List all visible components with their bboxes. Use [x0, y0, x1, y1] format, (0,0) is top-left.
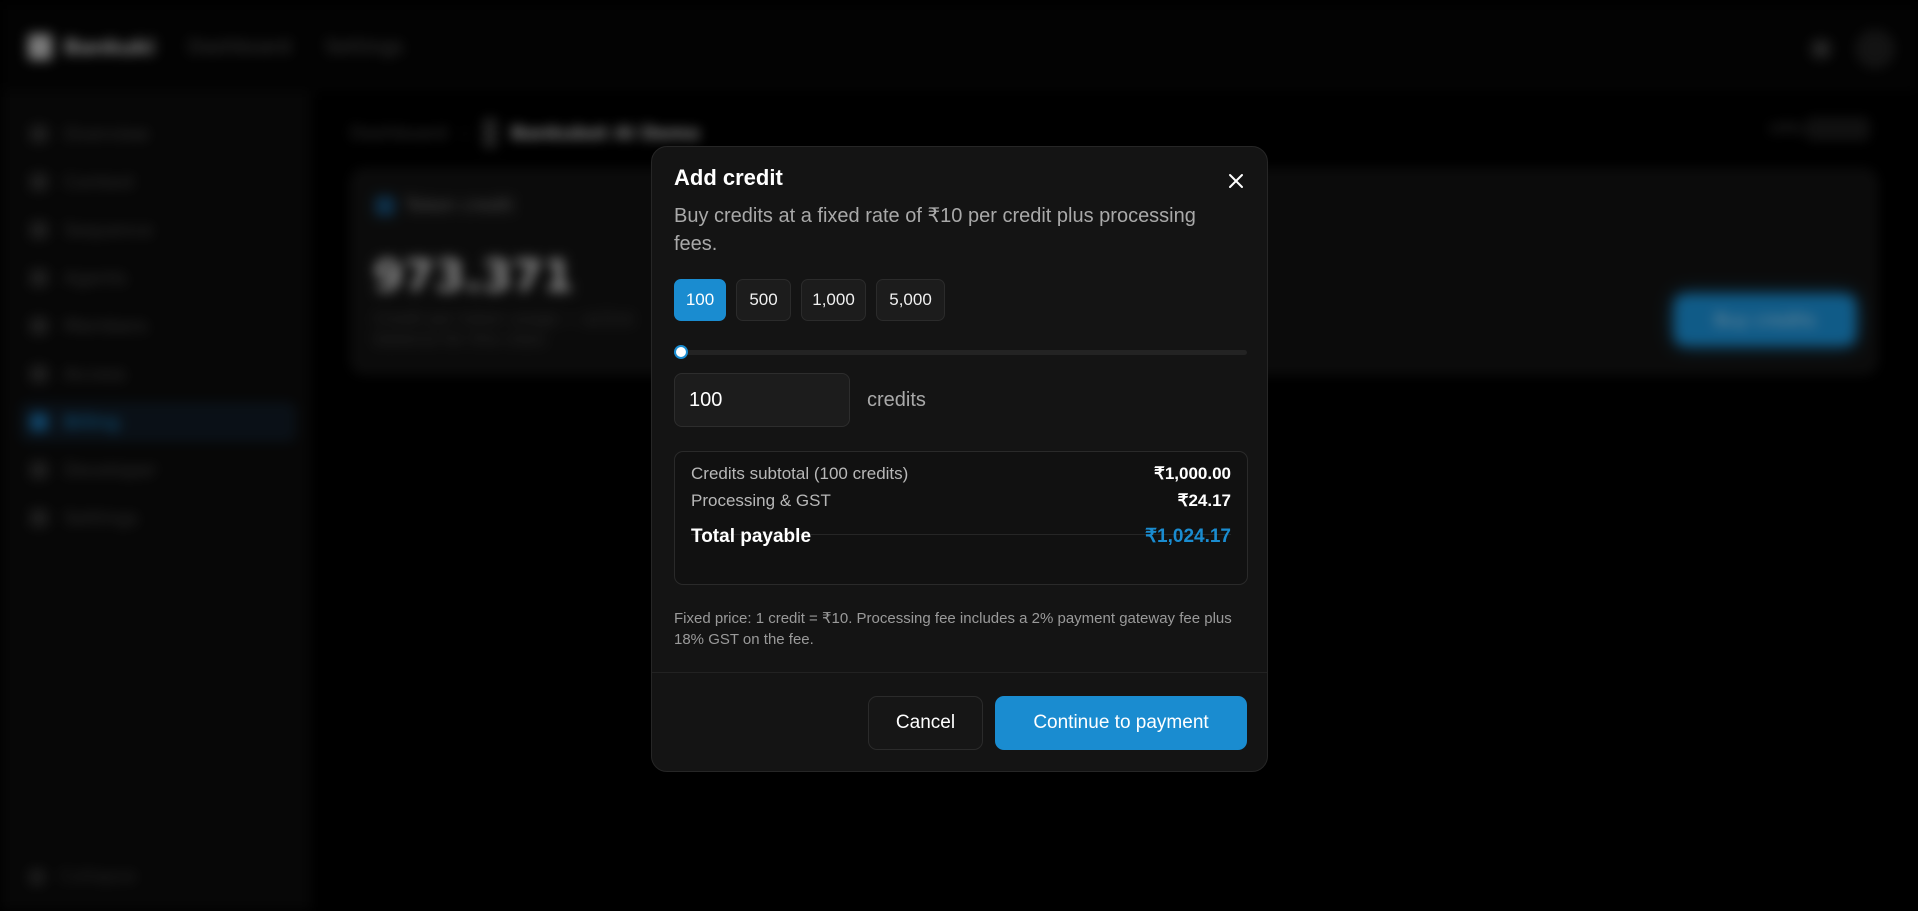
- preset-100-button[interactable]: 100: [674, 279, 726, 321]
- continue-to-payment-button[interactable]: Continue to payment: [995, 696, 1247, 750]
- close-icon[interactable]: [1224, 169, 1248, 193]
- pricing-fine-print: Fixed price: 1 credit = ₹10. Processing …: [674, 610, 1232, 648]
- fees-value: ₹24.17: [1177, 491, 1231, 510]
- fees-label: Processing & GST: [691, 491, 831, 510]
- dialog-description: Buy credits at a fixed rate of ₹10 per c…: [674, 205, 1196, 255]
- preset-group: 100 500 1,000 5,000: [674, 279, 945, 321]
- subtotal-label: Credits subtotal (100 credits): [691, 464, 909, 483]
- total-value: ₹1,024.17: [1144, 526, 1231, 547]
- preset-5000-button[interactable]: 5,000: [876, 279, 945, 321]
- slider-thumb[interactable]: [674, 345, 688, 359]
- add-credit-dialog: Add credit Buy credits at a fixed rate o…: [651, 146, 1268, 772]
- credits-amount-input[interactable]: [674, 373, 850, 427]
- subtotal-row: Credits subtotal (100 credits) ₹1,000.00: [691, 464, 1231, 484]
- credits-slider[interactable]: [674, 345, 1247, 359]
- subtotal-value: ₹1,000.00: [1154, 464, 1231, 483]
- slider-track[interactable]: [674, 350, 1247, 355]
- preset-1000-button[interactable]: 1,000: [801, 279, 866, 321]
- dialog-title: Add credit: [674, 165, 783, 190]
- credits-unit-label: credits: [867, 389, 926, 411]
- total-row: Total payable ₹1,024.17: [691, 525, 1231, 548]
- preset-500-button[interactable]: 500: [736, 279, 791, 321]
- cancel-button[interactable]: Cancel: [868, 696, 983, 750]
- order-summary: Credits subtotal (100 credits) ₹1,000.00…: [674, 451, 1248, 585]
- fees-row: Processing & GST ₹24.17: [691, 491, 1231, 511]
- footer-divider: [652, 672, 1267, 673]
- total-label: Total payable: [691, 525, 812, 547]
